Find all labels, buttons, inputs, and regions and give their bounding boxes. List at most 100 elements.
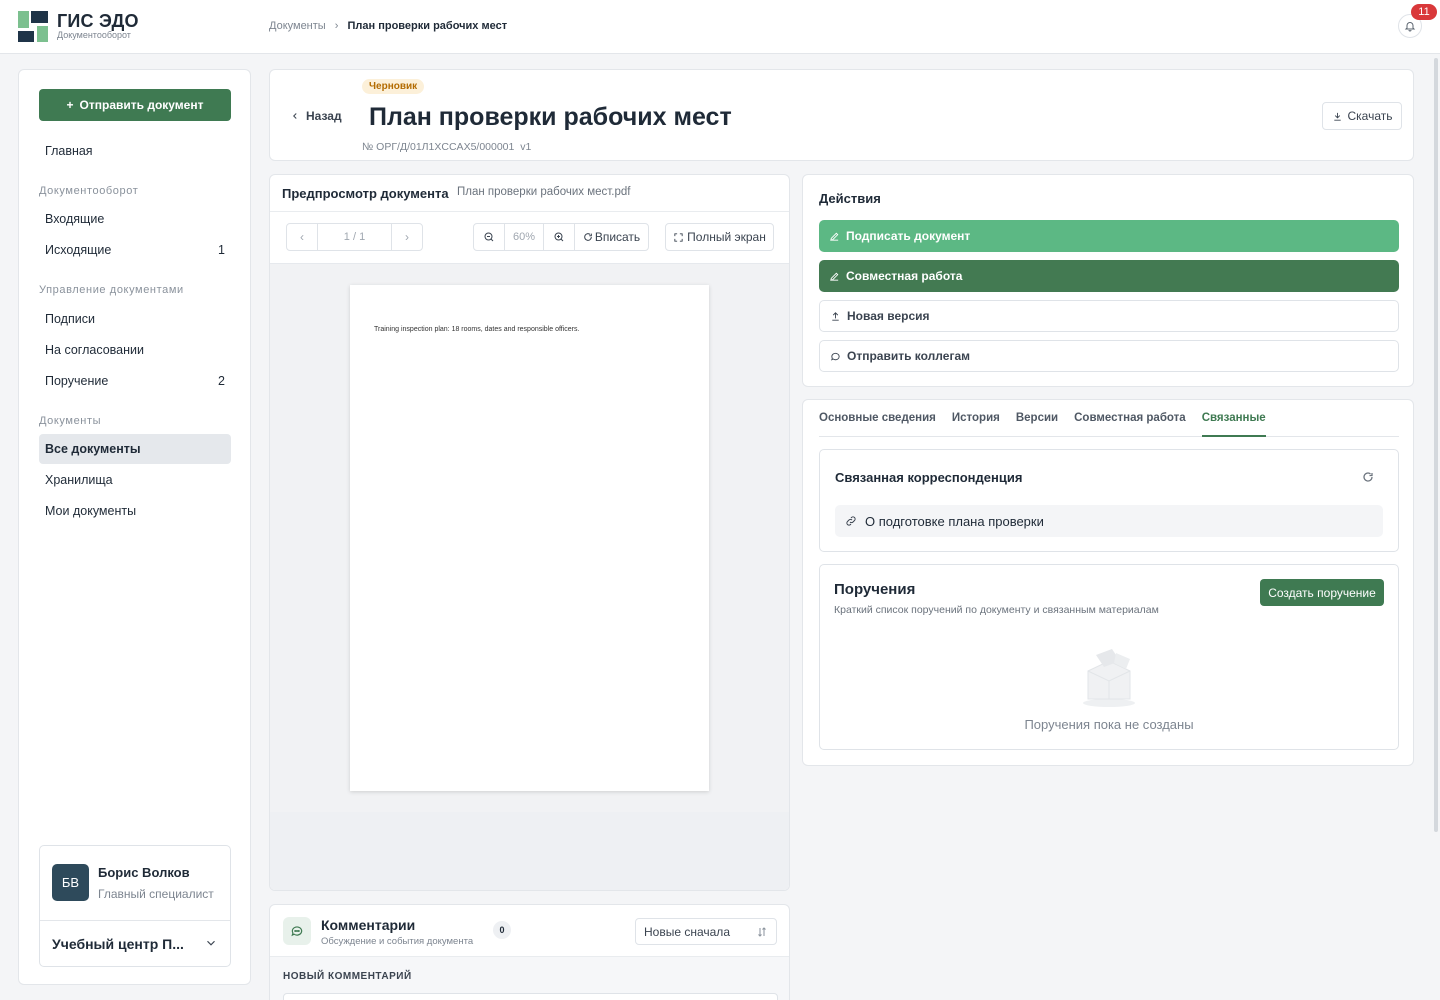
tasks-empty-message: Поручения пока не созданы: [1024, 717, 1194, 732]
refresh-icon[interactable]: [1362, 471, 1374, 483]
breadcrumb-current: План проверки рабочих мест: [347, 20, 508, 32]
avatar[interactable]: БВ: [52, 864, 89, 901]
sort-icon: [758, 926, 766, 937]
document-header: Назад Черновик План проверки рабочих мес…: [269, 69, 1414, 161]
chevron-left-icon: [293, 113, 297, 119]
zoom-out-button[interactable]: [474, 224, 504, 250]
sidebar-item-assignment[interactable]: Поручение 2: [39, 366, 231, 396]
fit-button[interactable]: Вписать: [574, 224, 648, 250]
upload-icon: [832, 311, 839, 321]
breadcrumb-parent[interactable]: Документы: [269, 20, 326, 32]
refresh-icon: [583, 233, 592, 241]
sidebar-item-all-documents[interactable]: Все документы: [39, 434, 231, 464]
zoom-in-icon: [554, 232, 564, 242]
pen-icon: [830, 232, 839, 241]
brand-title: ГИС ЭДО: [57, 11, 139, 31]
tasks-subtitle: Краткий список поручений по документу и …: [834, 604, 1159, 616]
preview-viewport: Training inspection plan: 18 rooms, date…: [270, 264, 789, 812]
collaboration-label: Совместная работа: [846, 269, 963, 283]
sidebar-item-outgoing[interactable]: Исходящие 1: [39, 235, 231, 265]
breadcrumb-separator: ›: [334, 20, 339, 32]
related-title: Связанная корреспонденция: [835, 470, 1023, 485]
new-version-button[interactable]: Новая версия: [819, 300, 1399, 332]
brand-subtitle: Документооборот: [57, 30, 131, 40]
create-task-button[interactable]: Создать поручение: [1260, 579, 1384, 606]
download-icon: [1333, 112, 1341, 121]
link-icon: [846, 516, 856, 526]
preview-filename: План проверки рабочих мест.pdf: [457, 186, 631, 198]
fullscreen-label: Полный экран: [687, 230, 766, 244]
sidebar-item-label: Исходящие: [45, 243, 112, 257]
zoom-out-icon: [484, 232, 494, 242]
tab-history[interactable]: История: [952, 400, 1000, 437]
logo-icon[interactable]: [18, 11, 50, 42]
comments-title: Комментарии: [321, 917, 416, 933]
tab-main-info[interactable]: Основные сведения: [819, 400, 936, 437]
chevron-down-icon[interactable]: [204, 936, 218, 950]
divider: [40, 920, 230, 921]
send-colleagues-label: Отправить коллегам: [847, 349, 970, 363]
sidebar-item-signatures[interactable]: Подписи: [39, 304, 231, 334]
plus-icon: +: [66, 98, 74, 112]
sidebar-item-storage[interactable]: Хранилища: [39, 465, 231, 495]
prev-page-button[interactable]: ‹: [287, 224, 317, 250]
comments-panel: Комментарии Обсуждение и события докумен…: [269, 904, 790, 1000]
preview-canvas[interactable]: Training inspection plan: 18 rooms, date…: [270, 263, 789, 890]
tab-bar: Основные сведения История Версии Совмест…: [819, 400, 1399, 437]
page-text: Training inspection plan: 18 rooms, date…: [374, 326, 580, 333]
tasks-title: Поручения: [834, 581, 916, 598]
tab-versions[interactable]: Версии: [1016, 400, 1058, 437]
actions-panel: Действия Подписать документ Совместная р…: [802, 174, 1414, 387]
download-label: Скачать: [1347, 109, 1393, 123]
back-label: Назад: [306, 109, 342, 123]
sign-label: Подписать документ: [846, 229, 971, 243]
send-document-button[interactable]: + Отправить документ: [39, 89, 231, 121]
divider: [270, 211, 789, 212]
preview-title: Предпросмотр документа: [282, 186, 449, 201]
related-item[interactable]: О подготовке плана проверки: [835, 505, 1383, 537]
user-name: Борис Волков: [98, 865, 190, 880]
collaboration-button[interactable]: Совместная работа: [819, 260, 1399, 292]
tasks-section: Поручения Краткий список поручений по до…: [819, 564, 1399, 750]
user-card: БВ Борис Волков Главный специалист Учебн…: [39, 845, 231, 967]
chevron-right-icon: ›: [405, 230, 409, 244]
download-button[interactable]: Скачать: [1322, 102, 1402, 130]
comment-icon: [283, 917, 311, 945]
sidebar-item-approval[interactable]: На согласовании: [39, 335, 231, 365]
sort-label: Новые сначала: [644, 924, 730, 939]
document-version: v1: [520, 141, 532, 153]
sidebar-item-label: Главная: [45, 144, 93, 158]
sidebar: + Отправить документ Главная Документооб…: [18, 69, 251, 985]
zoom-in-button[interactable]: [544, 224, 574, 250]
comments-count: 0: [493, 921, 511, 939]
sidebar-item-my-documents[interactable]: Мои документы: [39, 496, 231, 526]
comment-input[interactable]: [283, 993, 778, 1000]
fullscreen-button[interactable]: Полный экран: [665, 223, 774, 251]
back-button[interactable]: Назад: [290, 109, 342, 123]
sidebar-item-label: Мои документы: [45, 504, 137, 518]
fit-label: Вписать: [594, 230, 641, 244]
tab-collaboration[interactable]: Совместная работа: [1074, 400, 1186, 437]
pen-icon: [830, 272, 839, 281]
sign-document-button[interactable]: Подписать документ: [819, 220, 1399, 252]
sidebar-item-home[interactable]: Главная: [39, 136, 231, 166]
org-selector[interactable]: Учебный центр П...: [52, 936, 184, 952]
send-colleagues-button[interactable]: Отправить коллегам: [819, 340, 1399, 372]
sidebar-item-incoming[interactable]: Входящие: [39, 204, 231, 234]
sidebar-item-count: 1: [218, 243, 225, 257]
related-item-label: О подготовке плана проверки: [865, 513, 1044, 529]
top-bar: ГИС ЭДО Документооборот Документы › План…: [0, 0, 1440, 54]
send-document-label: Отправить документ: [79, 98, 204, 112]
document-page: Training inspection plan: 18 rooms, date…: [350, 285, 709, 791]
document-preview: Предпросмотр документа План проверки раб…: [269, 174, 790, 891]
sort-select[interactable]: Новые сначала: [635, 918, 777, 945]
scrollbar[interactable]: [1434, 58, 1438, 832]
sidebar-item-label: Хранилища: [45, 473, 113, 487]
next-page-button[interactable]: ›: [392, 224, 422, 250]
sidebar-item-label: Все документы: [45, 442, 141, 456]
bell-icon: [1404, 22, 1416, 32]
empty-box-icon: [1083, 649, 1135, 707]
tab-related[interactable]: Связанные: [1201, 400, 1266, 437]
sidebar-section-title: Документы: [39, 415, 102, 427]
fullscreen-icon: [674, 232, 683, 242]
